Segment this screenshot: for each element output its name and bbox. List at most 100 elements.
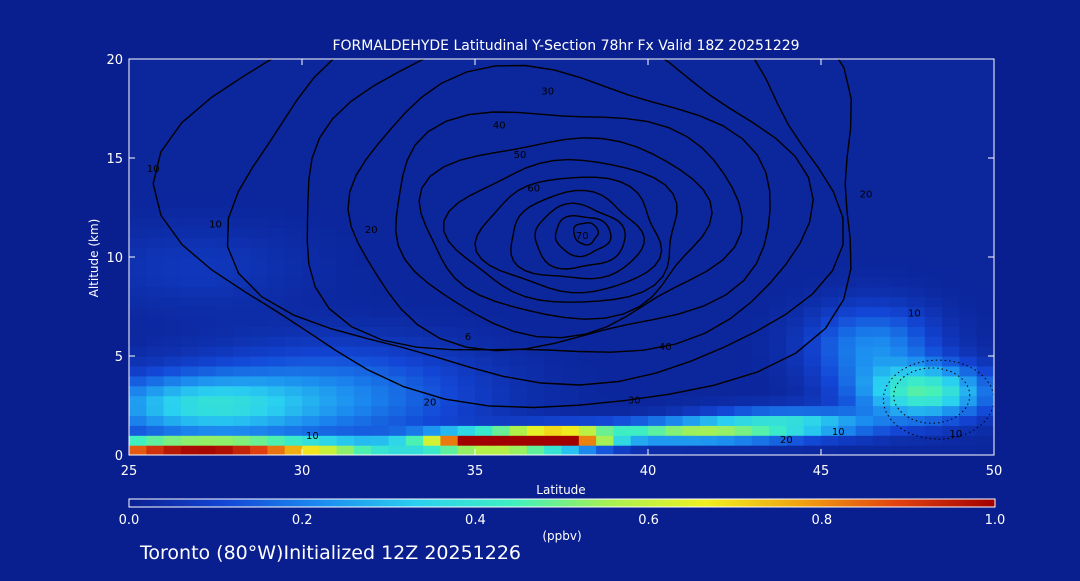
field-cell [734,356,753,367]
field-cell [492,326,511,337]
field-cell [578,98,597,110]
field-cell [250,108,268,119]
field-cell [509,445,528,455]
field-cell [786,405,805,416]
field-cell [198,118,217,129]
field-cell [215,336,234,347]
field-cell [786,138,805,149]
field-cell [682,435,701,446]
field-cell [924,197,943,209]
field-cell [717,286,736,298]
field-cell [924,108,943,119]
field-cell [890,247,909,258]
field-cell [596,167,614,179]
x-tick-label: 45 [813,464,830,479]
field-cell [353,59,372,70]
field-cell [907,177,926,189]
field-cell [163,346,182,357]
field-cell [302,276,320,288]
field-cell [821,118,839,129]
field-cell [405,326,424,337]
field-cell [146,177,165,189]
field-cell [336,78,355,90]
field-cell [215,237,234,248]
field-cell [250,385,268,397]
field-cell [855,108,874,119]
field-cell [890,207,909,218]
field-cell [717,158,736,169]
field-cell [648,237,666,248]
field-cell [267,346,286,357]
field-cell [959,306,978,317]
field-cell [215,286,234,298]
field-cell [353,316,372,327]
field-cell [388,296,407,308]
field-cell [907,68,926,80]
field-cell [388,138,407,149]
field-cell [129,68,147,80]
field-cell [492,68,511,80]
field-cell [129,385,147,397]
field-cell [578,445,597,455]
field-cell [890,415,909,426]
field-cell [353,375,372,387]
field-cell [146,128,165,139]
field-cell [129,266,147,278]
field-cell [786,286,805,298]
field-cell [648,197,666,209]
field-cell [180,276,199,288]
field-cell [803,415,822,426]
field-cell [682,197,701,209]
field-cell [198,326,217,337]
field-cell [267,276,286,288]
field-cell [682,365,701,377]
field-cell [734,98,753,110]
field-cell [198,78,217,90]
field-cell [353,128,372,139]
field-cell [648,445,666,455]
field-cell [388,128,407,139]
field-cell [250,326,268,337]
field-cell [163,128,182,139]
field-cell [475,98,493,110]
field-cell [872,217,891,228]
field-cell [250,375,268,387]
field-cell [907,257,926,268]
field-cell [405,78,424,90]
field-cell [146,78,165,90]
field-cell [769,445,787,455]
field-cell [475,207,493,218]
field-cell [630,435,649,446]
field-cell [907,187,926,199]
field-cell [821,247,839,258]
field-cell [976,365,994,377]
field-cell [596,445,614,455]
field-cell [457,88,476,100]
field-cell [284,78,303,90]
field-cell [699,395,718,407]
field-cell [509,336,528,347]
field-cell [942,247,960,258]
footer-info: Toronto (80°W)Initialized 12Z 20251226 [140,542,522,564]
field-cell [405,415,424,426]
field-cell [457,237,476,248]
field-cell [682,346,701,357]
field-cell [180,435,199,446]
field-cell [769,158,787,169]
contour-label: 30 [541,87,554,98]
field-cell [769,385,787,397]
field-cell [388,445,407,455]
field-cell [648,68,666,80]
field-cell [803,237,822,248]
field-cell [284,326,303,337]
field-cell [717,88,736,100]
field-cell [648,207,666,218]
field-cell [423,435,441,446]
field-cell [423,306,441,317]
field-cell [769,148,787,159]
field-cell [578,266,597,278]
field-cell [924,296,943,308]
field-cell [734,207,753,218]
field-cell [613,59,632,70]
field-cell [319,227,338,238]
